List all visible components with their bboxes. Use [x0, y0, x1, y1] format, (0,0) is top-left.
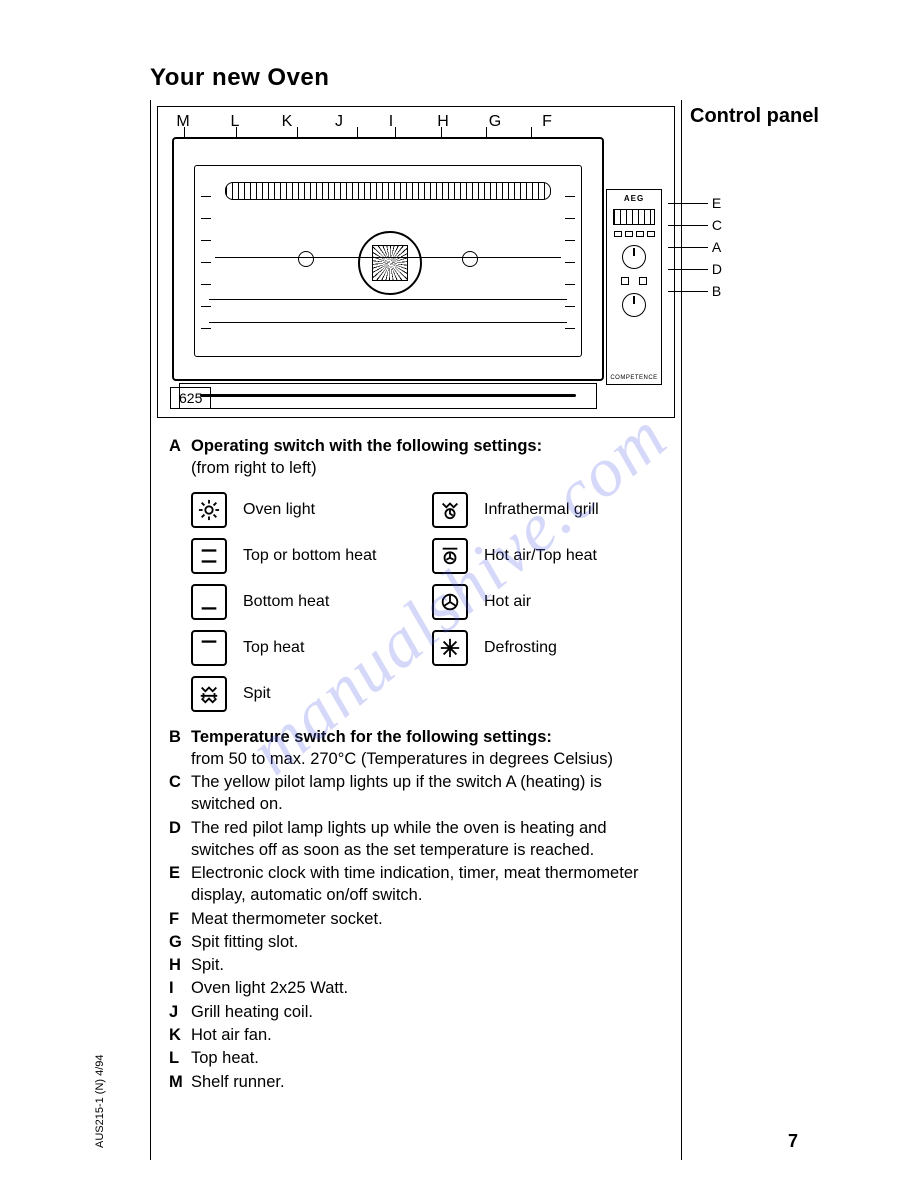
setting-label: Top or bottom heat [243, 545, 426, 567]
body-text: A Operating switch with the following se… [151, 428, 681, 1093]
item-text: Oven light 2x25 Watt. [191, 977, 667, 999]
hot-air-icon [432, 584, 468, 620]
letter-k: K [169, 1024, 191, 1046]
item-text: Top heat. [191, 1047, 667, 1069]
setting-label: Hot air/Top heat [484, 545, 667, 567]
item-text: Electronic clock with time indication, t… [191, 862, 667, 907]
oven-light-icon [191, 492, 227, 528]
setting-label: Bottom heat [243, 591, 426, 613]
label-e: E [712, 195, 721, 211]
letter-e: E [169, 862, 191, 884]
section-a-heading: Operating switch with the following sett… [191, 437, 542, 455]
letter-f: F [169, 908, 191, 930]
label-b: B [712, 283, 721, 299]
oven-diagram: M L K J I H G F AE [157, 106, 675, 418]
letter-j: J [169, 1001, 191, 1023]
page-title: Your new Oven [150, 64, 329, 92]
letter-i: I [169, 977, 191, 999]
content-column: M L K J I H G F A E [150, 100, 682, 1160]
brand-label: AEG [607, 194, 661, 203]
clock-display-icon [613, 209, 655, 225]
letter-m: M [169, 1071, 191, 1093]
oven-cavity [194, 165, 582, 357]
hotair-top-heat-icon [432, 538, 468, 574]
setting-label: Defrosting [484, 637, 667, 659]
section-b-heading: Temperature switch for the following set… [191, 728, 552, 746]
diagram-right-labels: E C A D B [668, 195, 722, 299]
letter-h: H [169, 954, 191, 976]
letter-d: D [169, 817, 191, 839]
item-text: Spit. [191, 954, 667, 976]
item-text: The yellow pilot lamp lights up if the s… [191, 771, 667, 816]
oven-door [179, 383, 597, 409]
bottom-heat-icon [191, 584, 227, 620]
top-bottom-heat-icon [191, 538, 227, 574]
control-panel: AEG COMPETENCE [606, 189, 662, 385]
letter-l: L [169, 1047, 191, 1069]
setting-label: Top heat [243, 637, 426, 659]
shelf [209, 299, 567, 300]
setting-label: Hot air [484, 591, 667, 613]
document-reference: AUS215-1 (N) 4/94 [94, 1054, 106, 1148]
spit-setting-icon [191, 676, 227, 712]
setting-label: Oven light [243, 499, 426, 521]
defrost-icon [432, 630, 468, 666]
setting-label: Infrathermal grill [484, 499, 667, 521]
letter-a: A [169, 435, 191, 457]
fan-icon [358, 231, 422, 295]
letter-c: C [169, 771, 191, 793]
infrathermal-grill-icon [432, 492, 468, 528]
label-c: C [712, 217, 722, 233]
competence-label: COMPETENCE [607, 375, 661, 381]
item-text: Hot air fan. [191, 1024, 667, 1046]
section-title-control-panel: Control panel [690, 105, 819, 128]
oven-outer: AEG COMPETENCE [172, 137, 604, 381]
label-d: D [712, 261, 722, 277]
temperature-knob-icon [622, 293, 646, 317]
section-b-text: from 50 to max. 270°C (Temperatures in d… [191, 750, 613, 768]
page-number: 7 [788, 1131, 798, 1152]
spit-icon [215, 257, 561, 258]
label-a: A [712, 239, 721, 255]
model-number: 625 [170, 387, 211, 409]
item-text: Meat thermometer socket. [191, 908, 667, 930]
operating-knob-icon [622, 245, 646, 269]
shelf [209, 322, 567, 323]
item-text: Shelf runner. [191, 1071, 667, 1093]
pilot-lamps-icon [607, 277, 661, 285]
top-heat-icon [191, 630, 227, 666]
grill-element-icon [225, 182, 551, 200]
section-a-sub: (from right to left) [191, 459, 317, 477]
letter-b: B [169, 726, 191, 748]
settings-icons-grid: Oven light Infrathermal grill Top or bot… [191, 492, 667, 712]
item-text: The red pilot lamp lights up while the o… [191, 817, 667, 862]
setting-label: Spit [243, 683, 426, 705]
letter-g: G [169, 931, 191, 953]
item-text: Spit fitting slot. [191, 931, 667, 953]
item-text: Grill heating coil. [191, 1001, 667, 1023]
